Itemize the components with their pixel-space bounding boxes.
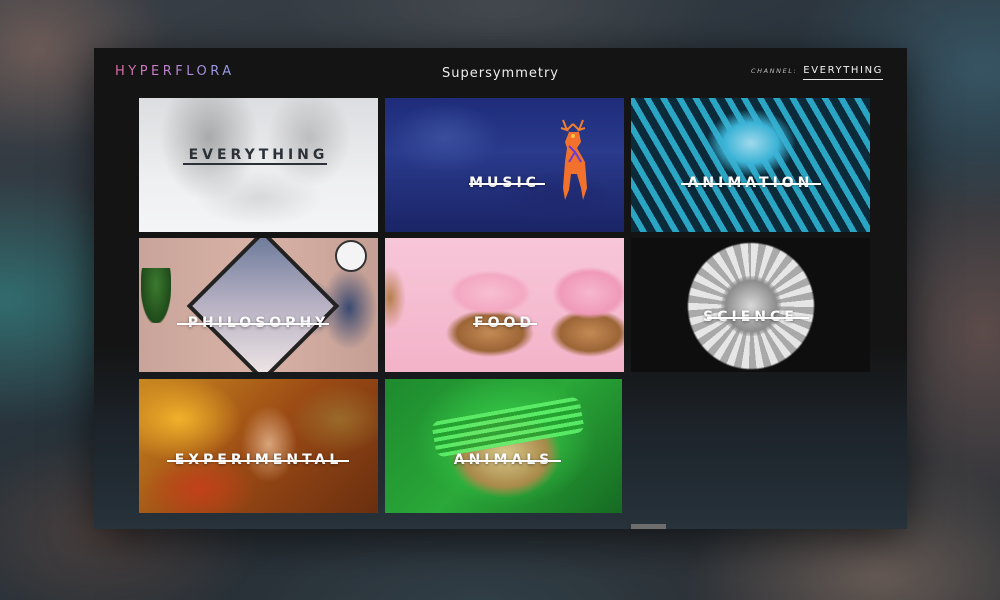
tile-music[interactable]: MUSIC: [385, 98, 624, 232]
tile-experimental[interactable]: EXPERIMENTAL: [139, 379, 378, 513]
tile-animation[interactable]: ANIMATION: [631, 98, 870, 232]
app-window: HYPERFLORA Supersymmetry CHANNEL: EVERYT…: [94, 48, 907, 529]
tile-strike-line: [177, 323, 329, 325]
channel-selector[interactable]: CHANNEL: EVERYTHING: [751, 65, 883, 80]
wall-clock: [335, 240, 367, 272]
channel-value[interactable]: EVERYTHING: [803, 65, 883, 80]
tile-animals[interactable]: ANIMALS: [385, 379, 622, 513]
tile-strike-line: [707, 317, 809, 319]
tile-strike-line: [469, 183, 545, 185]
tile-philosophy[interactable]: PHILOSOPHY: [139, 238, 378, 372]
scroll-indicator: [631, 524, 666, 529]
channel-label: CHANNEL:: [750, 67, 798, 75]
tile-strike-line: [167, 460, 349, 462]
science-flower-core: [721, 276, 781, 336]
tile-food-image: [385, 238, 624, 372]
tile-strike-line: [455, 460, 561, 462]
tile-animation-image: [631, 98, 870, 232]
tile-label: EVERYTHING: [188, 147, 329, 163]
tile-strike-line: [473, 323, 537, 325]
tile-science[interactable]: SCIENCE: [631, 238, 870, 372]
tile-strike-line: [183, 163, 327, 165]
tile-food[interactable]: FOOD: [385, 238, 624, 372]
tile-experimental-image: [139, 379, 378, 513]
tile-everything[interactable]: EVERYTHING: [139, 98, 378, 232]
tile-strike-line: [681, 183, 821, 185]
tile-everything-image: [139, 98, 378, 232]
